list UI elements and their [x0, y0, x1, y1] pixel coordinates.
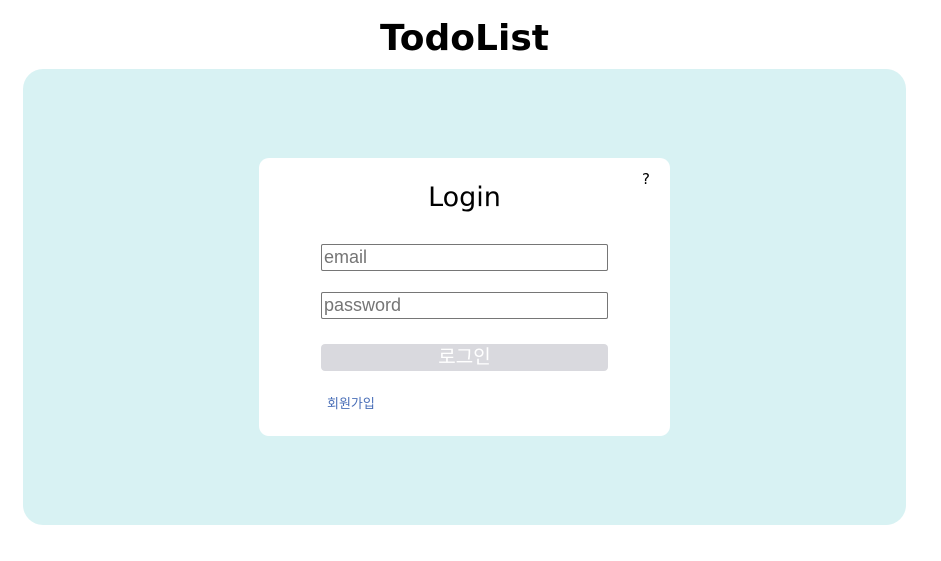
email-input[interactable]: [321, 244, 608, 271]
login-button[interactable]: 로그인: [321, 344, 608, 371]
password-input[interactable]: [321, 292, 608, 319]
login-title: Login: [428, 182, 501, 213]
login-card: ? Login 로그인 회원가입: [259, 158, 670, 436]
app-title: TodoList: [380, 18, 549, 59]
signup-link[interactable]: 회원가입: [327, 393, 375, 412]
